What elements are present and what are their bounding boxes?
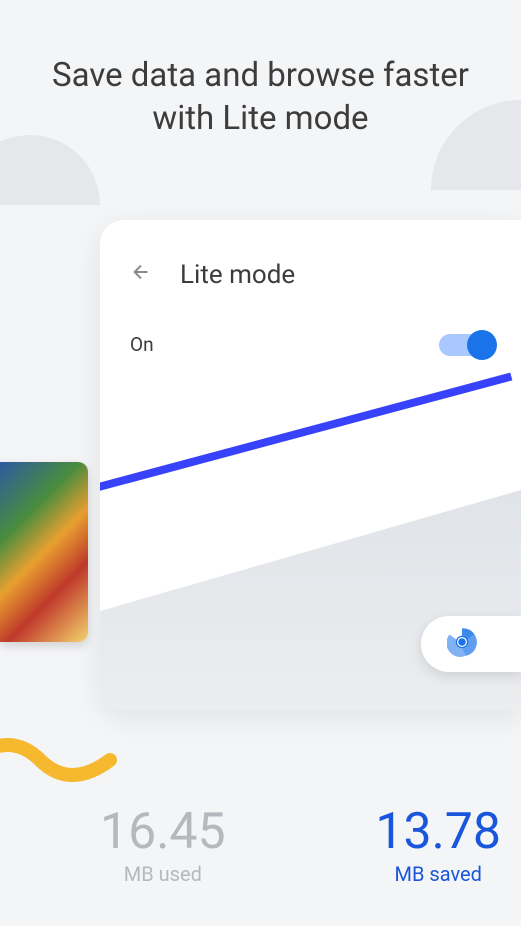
lite-mode-switch[interactable]	[439, 334, 491, 356]
decorative-thumbnail	[0, 462, 88, 642]
decorative-cloud	[0, 135, 100, 205]
lite-mode-card: Lite mode On	[100, 220, 521, 710]
graph-trend-line	[100, 373, 512, 492]
toggle-label: On	[130, 333, 154, 356]
card-title: Lite mode	[180, 260, 295, 290]
back-icon[interactable]	[130, 261, 152, 289]
used-label: MB used	[100, 862, 226, 886]
graph-area-fill	[100, 490, 521, 710]
stat-used: 16.45 MB used	[100, 805, 226, 886]
saved-value: 13.78	[375, 805, 501, 860]
chrome-icon	[447, 627, 477, 661]
promo-headline: Save data and browse faster with Lite mo…	[0, 0, 521, 141]
switch-thumb	[467, 330, 497, 360]
chrome-chip[interactable]	[421, 616, 521, 672]
data-stats: 16.45 MB used 13.78 MB saved	[100, 805, 501, 886]
data-usage-graph	[100, 390, 521, 710]
stat-saved: 13.78 MB saved	[375, 805, 501, 886]
lite-mode-toggle-row[interactable]: On	[100, 315, 521, 374]
used-value: 16.45	[100, 805, 226, 860]
saved-label: MB saved	[375, 862, 501, 886]
card-header: Lite mode	[100, 220, 521, 315]
